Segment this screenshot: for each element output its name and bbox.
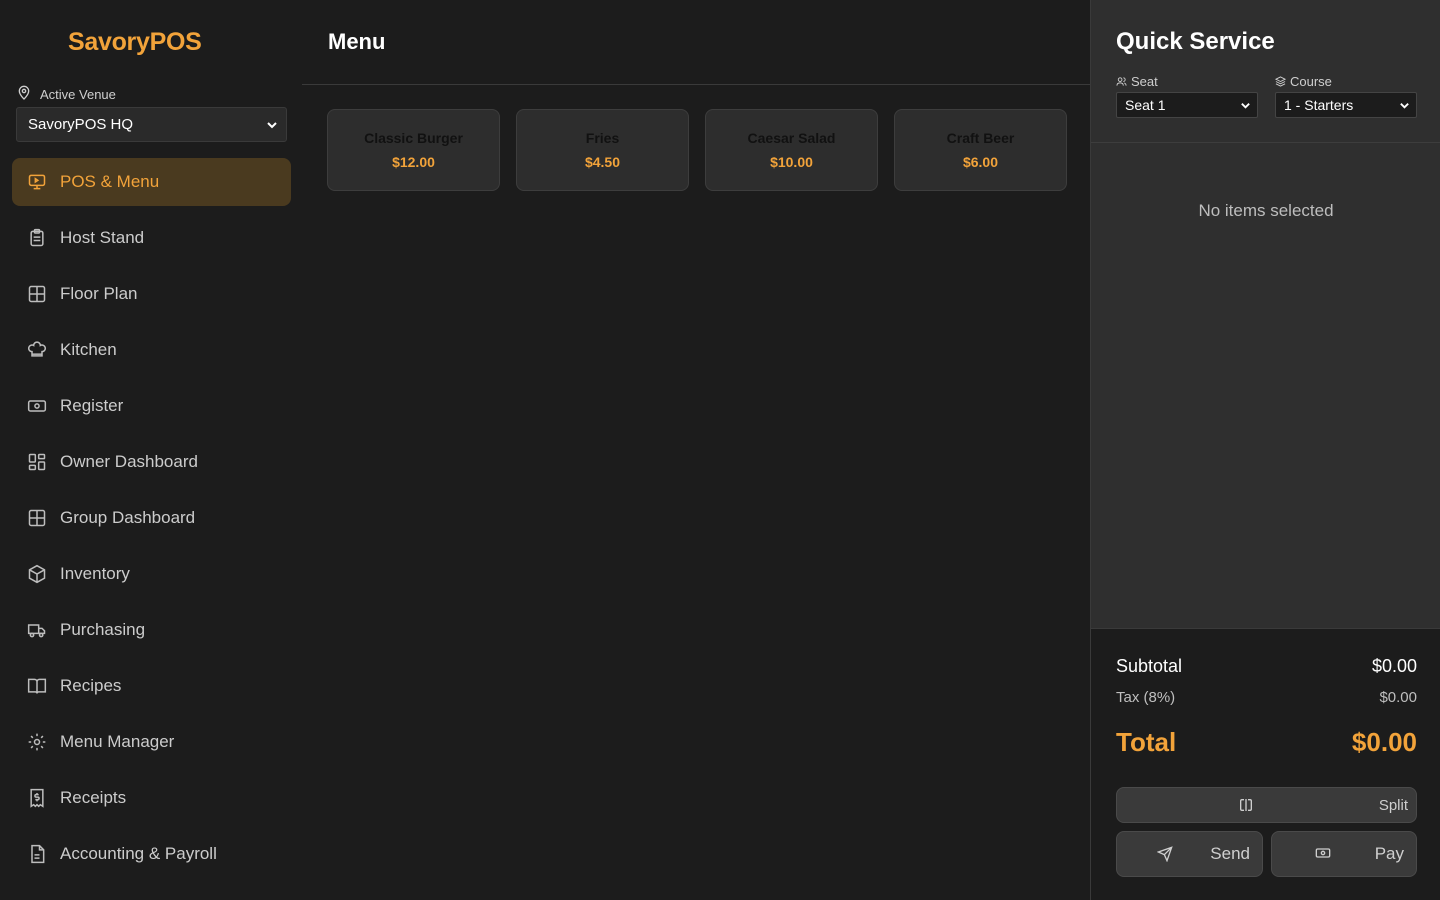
split-icon (1240, 799, 1252, 811)
sidebar-item-owner-dashboard[interactable]: Owner Dashboard (12, 438, 291, 486)
venue-label: Active Venue (16, 85, 116, 104)
sidebar-item-menu-manager[interactable]: Menu Manager (12, 718, 291, 766)
grid-icon (27, 508, 47, 528)
pay-button[interactable]: Pay (1271, 831, 1417, 877)
menu-item-card[interactable]: Fries $4.50 (516, 109, 689, 191)
order-panel: Quick Service Seat Seat 1 Course 1 - Sta… (1090, 0, 1440, 900)
menu-item-price: $4.50 (584, 154, 621, 170)
sidebar-item-accounting-payroll[interactable]: Accounting & Payroll (12, 830, 291, 878)
panel-title: Quick Service (1116, 28, 1275, 55)
venue-select[interactable]: SavoryPOS HQ (16, 107, 287, 142)
page-title: Menu (328, 29, 386, 54)
main-content: Menu Classic Burger $12.00 Fries $4.50 C… (302, 0, 1090, 900)
book-icon (27, 676, 47, 696)
layers-icon (1275, 76, 1286, 87)
total-value: $0.00 (1351, 727, 1417, 757)
users-icon (1116, 77, 1127, 86)
sidebar-item-inventory[interactable]: Inventory (12, 550, 291, 598)
order-panel-header: Quick Service Seat Seat 1 Course 1 - Sta… (1091, 0, 1440, 143)
main-header: Menu (302, 0, 1090, 85)
split-button[interactable]: Split (1116, 787, 1417, 823)
sidebar-item-purchasing[interactable]: Purchasing (12, 606, 291, 654)
send-icon (1157, 846, 1173, 862)
sidebar-item-pos-menu[interactable]: POS & Menu (12, 158, 291, 206)
box-icon (27, 564, 47, 584)
menu-grid: Classic Burger $12.00 Fries $4.50 Caesar… (327, 109, 1067, 191)
seat-select[interactable]: Seat 1 (1116, 92, 1258, 118)
gear-icon (27, 732, 47, 752)
empty-order-message: No items selected (1198, 201, 1334, 220)
subtotal-row: Subtotal $0.00 (1116, 656, 1417, 676)
sidebar-item-recipes[interactable]: Recipes (12, 662, 291, 710)
menu-item-price: $12.00 (392, 154, 435, 170)
menu-item-name: Fries (585, 130, 620, 146)
pos-monitor-icon (27, 172, 47, 192)
chef-hat-icon (27, 340, 47, 360)
clipboard-icon (27, 228, 47, 248)
sidebar-item-group-dashboard[interactable]: Group Dashboard (12, 494, 291, 542)
order-totals: Subtotal $0.00 Tax (8%) $0.00 Total $0.0… (1091, 628, 1440, 900)
brand-logo: SavoryPOS (68, 28, 202, 56)
grid-icon (27, 284, 47, 304)
menu-item-card[interactable]: Craft Beer $6.00 (894, 109, 1067, 191)
menu-item-card[interactable]: Caesar Salad $10.00 (705, 109, 878, 191)
sidebar-item-receipts[interactable]: Receipts (12, 774, 291, 822)
menu-item-name: Craft Beer (946, 130, 1015, 146)
course-label: Course (1275, 74, 1332, 89)
document-icon (27, 844, 47, 864)
total-row: Total $0.00 (1116, 727, 1417, 757)
chevron-down-icon (1241, 102, 1250, 109)
sidebar-item-floor-plan[interactable]: Floor Plan (12, 270, 291, 318)
seat-label: Seat (1116, 74, 1158, 89)
menu-item-card[interactable]: Classic Burger $12.00 (327, 109, 500, 191)
dashboard-icon (27, 452, 47, 472)
menu-item-name: Caesar Salad (747, 130, 836, 146)
menu-item-price: $10.00 (770, 154, 813, 170)
cash-icon (27, 396, 47, 416)
sidebar-item-register[interactable]: Register (12, 382, 291, 430)
menu-item-name: Classic Burger (364, 130, 463, 146)
location-pin-icon (16, 85, 32, 104)
tax-value: $0.00 (1379, 689, 1417, 706)
sidebar-nav: POS & Menu Host Stand Floor Plan Kitchen… (12, 158, 291, 886)
sidebar: SavoryPOS Active Venue SavoryPOS HQ POS … (0, 0, 302, 900)
tax-row: Tax (8%) $0.00 (1116, 689, 1417, 706)
menu-item-price: $6.00 (962, 154, 999, 170)
subtotal-value: $0.00 (1371, 656, 1417, 676)
chevron-down-icon (267, 121, 277, 128)
truck-icon (27, 620, 47, 640)
course-select[interactable]: 1 - Starters (1275, 92, 1417, 118)
cash-icon (1315, 848, 1331, 858)
receipt-icon (27, 788, 47, 808)
sidebar-item-kitchen[interactable]: Kitchen (12, 326, 291, 374)
sidebar-item-host-stand[interactable]: Host Stand (12, 214, 291, 262)
chevron-down-icon (1400, 102, 1409, 109)
send-button[interactable]: Send (1116, 831, 1263, 877)
